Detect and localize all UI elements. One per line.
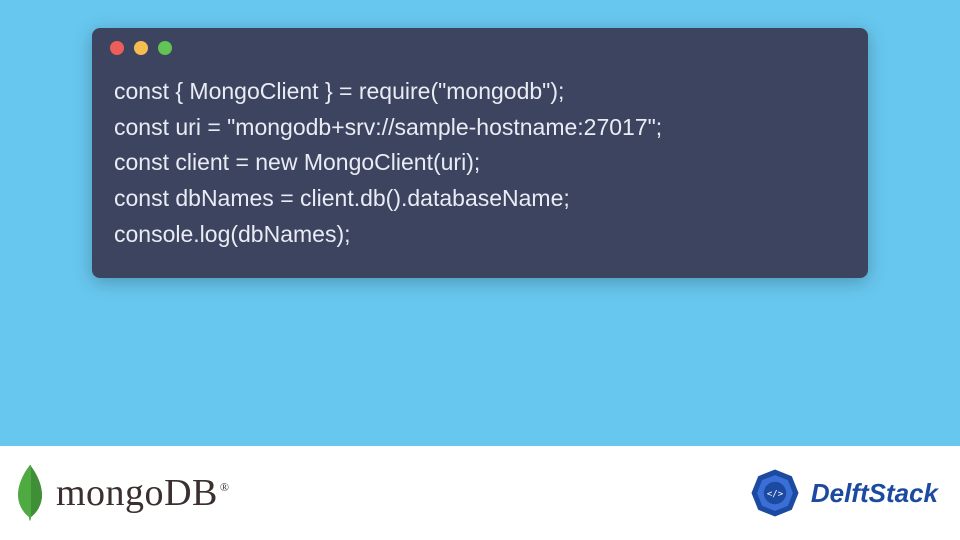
code-line: const uri = "mongodb+srv://sample-hostna… bbox=[114, 114, 662, 140]
minimize-icon[interactable] bbox=[134, 41, 148, 55]
code-line: const client = new MongoClient(uri); bbox=[114, 149, 480, 175]
close-icon[interactable] bbox=[110, 41, 124, 55]
delftstack-wordmark: DelftStack bbox=[811, 478, 938, 509]
code-line: const dbNames = client.db().databaseName… bbox=[114, 185, 570, 211]
code-line: console.log(dbNames); bbox=[114, 221, 351, 247]
delftstack-badge-icon: </> bbox=[747, 465, 803, 521]
zoom-icon[interactable] bbox=[158, 41, 172, 55]
mongodb-logo: mongoDB® bbox=[10, 463, 229, 523]
footer-bar: mongoDB® </> DelftStack bbox=[0, 446, 960, 540]
code-block: const { MongoClient } = require("mongodb… bbox=[92, 68, 868, 278]
delftstack-logo: </> DelftStack bbox=[747, 465, 938, 521]
mongodb-wordmark: mongoDB® bbox=[56, 471, 229, 515]
code-window: const { MongoClient } = require("mongodb… bbox=[92, 28, 868, 278]
svg-text:</>: </> bbox=[767, 489, 783, 499]
trademark-symbol: ® bbox=[220, 480, 230, 494]
mongodb-leaf-icon bbox=[10, 463, 50, 523]
window-titlebar bbox=[92, 28, 868, 68]
code-line: const { MongoClient } = require("mongodb… bbox=[114, 78, 564, 104]
